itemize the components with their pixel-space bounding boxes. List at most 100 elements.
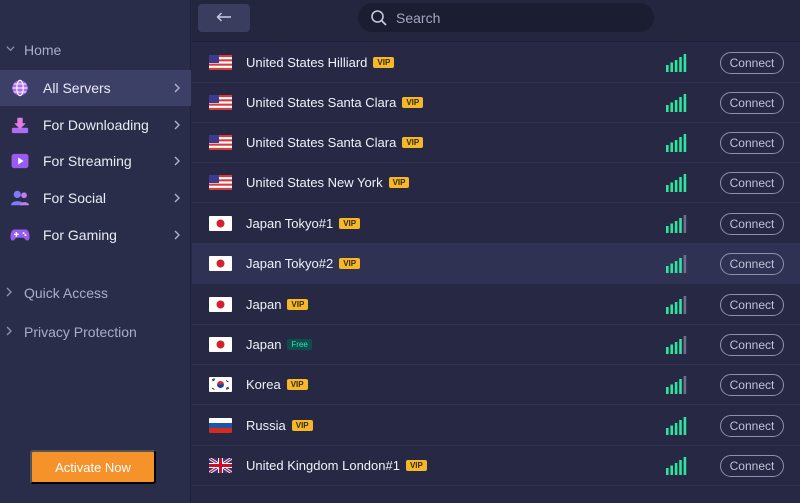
sidebar-item-all-servers[interactable]: All Servers	[0, 70, 191, 106]
connect-button[interactable]: Connect	[720, 171, 784, 194]
back-arrow-icon	[216, 9, 232, 27]
sidebar-quick-access[interactable]: Quick Access	[0, 285, 108, 301]
search-box[interactable]	[358, 3, 654, 32]
sidebar-home-label: Home	[24, 42, 62, 58]
server-row[interactable]: Japan VIP Connect	[192, 285, 800, 325]
ru-flag-icon	[209, 418, 232, 433]
signal-strength-icon	[666, 53, 688, 72]
us-flag-icon	[209, 175, 232, 190]
download-icon	[10, 115, 30, 135]
us-flag-icon	[209, 135, 232, 150]
server-name: United States Hilliard VIP	[246, 55, 395, 70]
signal-strength-icon	[666, 214, 688, 233]
server-name: Japan Tokyo#2 VIP	[246, 256, 361, 271]
vip-badge: VIP	[402, 137, 424, 148]
vip-badge: VIP	[339, 258, 361, 269]
search-input[interactable]	[396, 9, 636, 26]
signal-strength-icon	[666, 416, 688, 435]
connect-button[interactable]: Connect	[720, 252, 784, 275]
connect-button[interactable]: Connect	[720, 51, 784, 74]
connect-button[interactable]: Connect	[720, 212, 784, 235]
signal-strength-icon	[666, 335, 688, 354]
jp-flag-icon	[209, 297, 232, 312]
sidebar-item-label: For Downloading	[43, 117, 149, 133]
globe-icon	[10, 78, 30, 98]
sidebar-item-for-downloading[interactable]: For Downloading	[0, 107, 191, 143]
signal-strength-icon	[666, 375, 688, 394]
signal-strength-icon	[666, 295, 688, 314]
us-flag-icon	[209, 95, 232, 110]
activate-now-button[interactable]: Activate Now	[30, 450, 156, 484]
server-row[interactable]: United States Hilliard VIP Connect	[192, 43, 800, 83]
vip-badge: VIP	[373, 57, 395, 68]
search-icon	[370, 9, 388, 27]
sidebar-item-for-gaming[interactable]: For Gaming	[0, 217, 191, 253]
chevron-right-icon	[6, 287, 16, 300]
sidebar-item-label: All Servers	[43, 80, 111, 96]
vip-badge: VIP	[287, 299, 309, 310]
vip-badge: VIP	[339, 218, 361, 229]
server-name: United States Santa Clara VIP	[246, 135, 424, 150]
server-name: United States Santa Clara VIP	[246, 95, 424, 110]
sidebar-item-label: For Social	[43, 190, 107, 206]
sidebar-privacy-label: Privacy Protection	[24, 324, 137, 340]
server-row[interactable]: Korea VIP Connect	[192, 365, 800, 405]
server-row[interactable]: United States Santa Clara VIP Connect	[192, 83, 800, 123]
signal-strength-icon	[666, 456, 688, 475]
server-name: United States New York VIP	[246, 175, 410, 190]
signal-strength-icon	[666, 93, 688, 112]
people-icon	[10, 188, 30, 208]
sidebar-item-for-streaming[interactable]: For Streaming	[0, 143, 191, 179]
server-row[interactable]: Japan Tokyo#2 VIP Connect	[192, 244, 800, 284]
gb-flag-icon	[209, 458, 232, 473]
jp-flag-icon	[209, 256, 232, 271]
vip-badge: VIP	[402, 97, 424, 108]
chevron-right-icon	[174, 191, 181, 206]
play-icon	[10, 151, 30, 171]
server-name: Japan VIP	[246, 297, 309, 312]
connect-button[interactable]: Connect	[720, 414, 784, 437]
server-name: Japan Free	[246, 337, 312, 352]
chevron-right-icon	[6, 326, 16, 339]
kr-flag-icon	[209, 377, 232, 392]
chevron-right-icon	[174, 154, 181, 169]
back-button[interactable]	[198, 4, 250, 32]
server-list: United States Hilliard VIP Connect United…	[192, 43, 800, 503]
sidebar-item-label: For Streaming	[43, 153, 132, 169]
jp-flag-icon	[209, 216, 232, 231]
chevron-down-icon	[6, 44, 16, 56]
server-row[interactable]: Russia VIP Connect	[192, 406, 800, 446]
gamepad-icon	[10, 225, 30, 245]
sidebar: Home All Servers For Downloading For Str…	[0, 0, 191, 503]
connect-button[interactable]: Connect	[720, 373, 784, 396]
jp-flag-icon	[209, 337, 232, 352]
server-name: Russia VIP	[246, 418, 313, 433]
sidebar-item-label: For Gaming	[43, 227, 117, 243]
server-row[interactable]: United Kingdom London#1 VIP Connect	[192, 446, 800, 486]
signal-strength-icon	[666, 173, 688, 192]
chevron-right-icon	[174, 118, 181, 133]
server-row[interactable]: United States New York VIP Connect	[192, 163, 800, 203]
connect-button[interactable]: Connect	[720, 293, 784, 316]
connect-button[interactable]: Connect	[720, 91, 784, 114]
server-name: Japan Tokyo#1 VIP	[246, 216, 361, 231]
sidebar-item-for-social[interactable]: For Social	[0, 180, 191, 216]
vip-badge: VIP	[388, 177, 410, 188]
server-name: Korea VIP	[246, 377, 308, 392]
server-row[interactable]: Japan Free Connect	[192, 325, 800, 365]
connect-button[interactable]: Connect	[720, 333, 784, 356]
sidebar-privacy-protection[interactable]: Privacy Protection	[0, 324, 137, 340]
connect-button[interactable]: Connect	[720, 454, 784, 477]
chevron-right-icon	[174, 81, 181, 96]
us-flag-icon	[209, 55, 232, 70]
vip-badge: VIP	[286, 379, 308, 390]
connect-button[interactable]: Connect	[720, 131, 784, 154]
server-row[interactable]: United States Santa Clara VIP Connect	[192, 123, 800, 163]
sidebar-home-group[interactable]: Home	[0, 42, 61, 58]
signal-strength-icon	[666, 133, 688, 152]
sidebar-quick-access-label: Quick Access	[24, 285, 109, 301]
server-name: United Kingdom London#1 VIP	[246, 458, 427, 473]
server-row[interactable]: Japan Tokyo#1 VIP Connect	[192, 204, 800, 244]
chevron-right-icon	[174, 228, 181, 243]
signal-strength-icon	[666, 254, 688, 273]
